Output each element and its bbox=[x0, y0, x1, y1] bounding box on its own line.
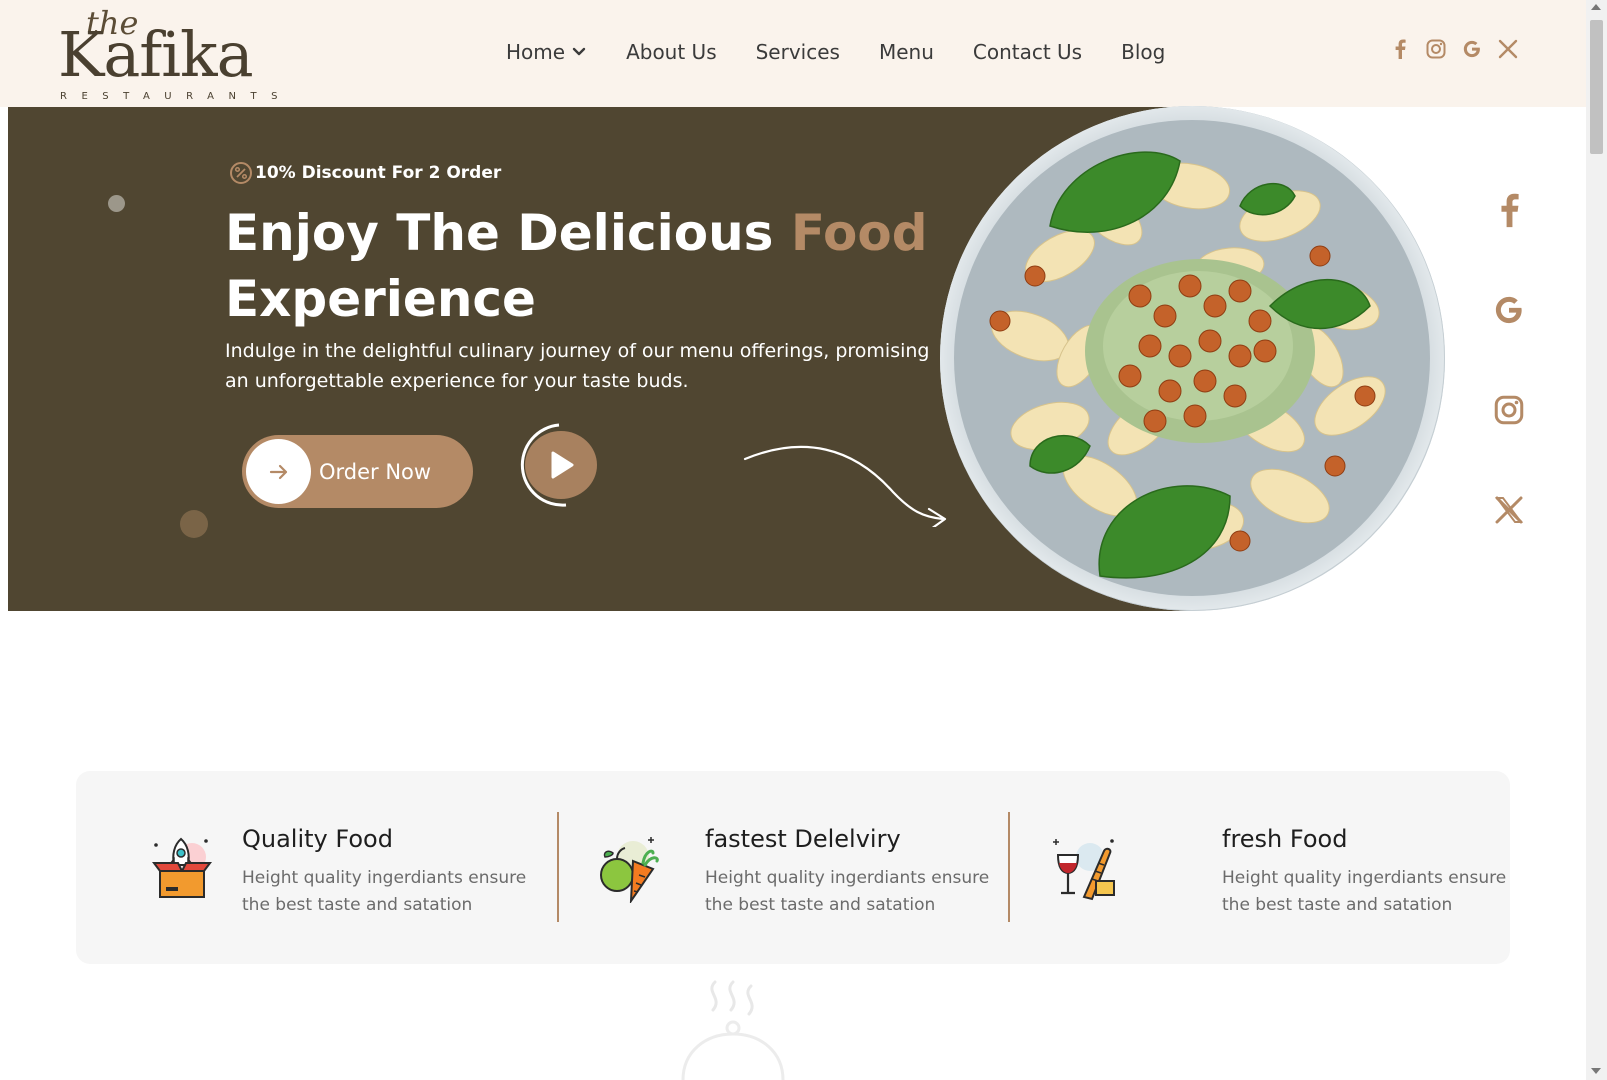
header-social-links bbox=[1390, 38, 1518, 60]
feature-title: Quality Food bbox=[242, 825, 393, 853]
instagram-icon[interactable] bbox=[1426, 38, 1446, 60]
feature-title: fresh Food bbox=[1222, 825, 1348, 853]
feature-title: fastest Delelviry bbox=[705, 825, 901, 853]
chevron-down-icon bbox=[572, 47, 586, 56]
feature-fastest-delivery: fastest Delelviry Height quality ingerdi… bbox=[559, 771, 1009, 964]
feature-description: Height quality ingerdiants ensure the be… bbox=[1222, 868, 1507, 915]
play-video-button[interactable] bbox=[511, 421, 605, 511]
facebook-icon[interactable] bbox=[1390, 38, 1410, 60]
wine-bread-icon bbox=[1053, 839, 1115, 901]
nav-about-us[interactable]: About Us bbox=[626, 40, 717, 64]
site-header: the Kafika RESTAURANTS Home About Us Ser… bbox=[0, 0, 1586, 107]
arrow-right-icon bbox=[246, 439, 311, 504]
curved-arrow-icon bbox=[743, 445, 947, 527]
x-icon[interactable] bbox=[1491, 490, 1527, 530]
scroll-down-arrow-icon[interactable] bbox=[1591, 1068, 1601, 1074]
side-social-links bbox=[1491, 190, 1531, 590]
hero-title-part2: Experience bbox=[225, 270, 536, 328]
logo[interactable]: the Kafika RESTAURANTS bbox=[58, 4, 277, 104]
feature-description: Height quality ingerdiants ensure the be… bbox=[242, 868, 527, 915]
nav-services[interactable]: Services bbox=[756, 40, 840, 64]
nav-home-label: Home bbox=[506, 40, 566, 64]
decorative-dot bbox=[180, 510, 208, 538]
nav-blog[interactable]: Blog bbox=[1121, 40, 1165, 64]
google-icon[interactable] bbox=[1462, 38, 1482, 60]
logo-name: Kafika bbox=[58, 18, 254, 91]
order-now-button[interactable]: Order Now bbox=[242, 435, 473, 508]
hero-title: Enjoy The Delicious Food Experience bbox=[225, 200, 945, 332]
decorative-dot bbox=[108, 195, 125, 212]
google-icon[interactable] bbox=[1491, 290, 1527, 330]
page-scrollbar[interactable] bbox=[1586, 0, 1607, 1080]
cloche-steam-icon bbox=[681, 980, 785, 1080]
nav-contact-us[interactable]: Contact Us bbox=[973, 40, 1082, 64]
vegetables-icon bbox=[600, 837, 659, 903]
hero-title-accent: Food bbox=[790, 204, 928, 262]
hero-title-part1: Enjoy The Delicious bbox=[225, 204, 791, 262]
scroll-up-arrow-icon[interactable] bbox=[1591, 4, 1601, 10]
play-icon bbox=[525, 431, 597, 499]
rocket-box-icon bbox=[152, 837, 212, 898]
nav-home[interactable]: Home bbox=[506, 40, 587, 64]
pasta-dish-image bbox=[940, 106, 1445, 611]
instagram-icon[interactable] bbox=[1491, 390, 1527, 430]
hero-description: Indulge in the delightful culinary journ… bbox=[225, 340, 930, 392]
facebook-icon[interactable] bbox=[1491, 190, 1527, 230]
feature-fresh-food: fresh Food Height quality ingerdiants en… bbox=[1010, 771, 1506, 964]
x-icon[interactable] bbox=[1498, 38, 1518, 60]
percent-icon bbox=[230, 162, 252, 184]
logo-tagline: RESTAURANTS bbox=[60, 91, 292, 102]
features-panel: Quality Food Height quality ingerdiants … bbox=[76, 771, 1510, 964]
discount-text: 10% Discount For 2 Order bbox=[255, 163, 502, 183]
scroll-thumb[interactable] bbox=[1590, 20, 1603, 154]
feature-quality-food: Quality Food Height quality ingerdiants … bbox=[76, 771, 546, 964]
nav-menu[interactable]: Menu bbox=[879, 40, 934, 64]
feature-description: Height quality ingerdiants ensure the be… bbox=[705, 868, 990, 915]
main-nav: Home About Us Services Menu Contact Us B… bbox=[506, 40, 1204, 64]
discount-badge: 10% Discount For 2 Order bbox=[229, 161, 501, 185]
order-now-label: Order Now bbox=[319, 459, 432, 484]
